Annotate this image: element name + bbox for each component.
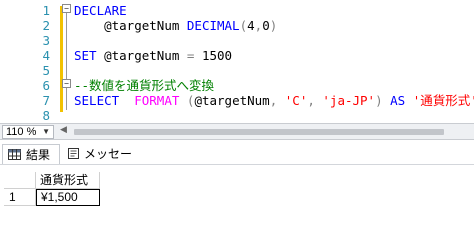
code-token: 'ja-JP' <box>322 93 376 108</box>
tab-messages[interactable]: メッセージ <box>64 144 138 181</box>
code-line[interactable]: 5 <box>0 63 474 78</box>
code-text[interactable]: DECLARE <box>74 3 127 18</box>
code-text[interactable]: --数値を通貨形式へ変換 <box>74 78 214 93</box>
grid-corner[interactable] <box>4 172 36 189</box>
line-number: 6 <box>42 78 50 93</box>
code-text[interactable]: SET @targetNum = 1500 <box>74 48 232 63</box>
code-token: SELECT <box>74 93 120 108</box>
result-cell[interactable]: ¥1,500 <box>36 189 100 206</box>
code-token: DECLARE <box>74 3 127 18</box>
line-number: 5 <box>42 63 50 78</box>
code-text[interactable]: SELECT FORMAT (@targetNum, 'C', 'ja-JP')… <box>74 93 474 108</box>
code-token: @targetNum <box>194 93 270 108</box>
code-token: 4 <box>247 18 255 33</box>
line-number: 7 <box>42 93 50 108</box>
code-token: ( <box>239 18 248 33</box>
results-tab-strip: 結果 メッセージ <box>0 141 474 181</box>
row-number[interactable]: 1 <box>4 189 36 206</box>
query-editor[interactable]: − − 1 DECLARE 2 @targetNum DECIMAL(4,0) 3 4 S… <box>0 0 474 121</box>
code-token: DECIMAL <box>186 18 240 33</box>
code-token: 'C' <box>284 93 308 108</box>
code-token: ) <box>269 18 278 33</box>
line-number: 8 <box>42 108 50 121</box>
chevron-down-icon: ▼ <box>42 127 50 136</box>
code-line[interactable]: 6 --数値を通貨形式へ変換 <box>0 78 474 93</box>
code-line[interactable]: 7 SELECT FORMAT (@targetNum, 'C', 'ja-JP'… <box>0 93 474 108</box>
zoom-level-value: 110 % <box>6 126 37 138</box>
code-text[interactable]: @targetNum DECIMAL(4,0) <box>74 18 277 33</box>
horizontal-scrollbar[interactable]: ◀ <box>60 125 470 136</box>
scroll-thumb[interactable] <box>74 129 444 135</box>
editor-status-bar: 110 % ▼ ◀ <box>0 123 474 140</box>
scroll-left-icon[interactable]: ◀ <box>60 125 67 135</box>
line-number: 4 <box>42 48 50 63</box>
code-token: , <box>307 93 323 108</box>
code-token: 0 <box>262 18 270 33</box>
code-token: @targetNum <box>104 18 180 33</box>
zoom-level-select[interactable]: 110 % ▼ <box>2 125 54 139</box>
results-grid[interactable]: 通貨形式 1 ¥1,500 <box>0 166 474 223</box>
line-number: 3 <box>42 33 50 48</box>
line-number: 2 <box>42 18 50 33</box>
code-token: SET <box>74 48 97 63</box>
code-line[interactable]: 4 SET @targetNum = 1500 <box>0 48 474 63</box>
line-number: 1 <box>42 3 50 18</box>
message-icon <box>68 148 79 159</box>
code-token: '通貨形式' <box>412 93 474 108</box>
tab-results-label: 結果 <box>26 148 51 162</box>
code-token: FORMAT <box>134 93 180 108</box>
grid-icon <box>8 149 21 160</box>
code-token: ) <box>375 93 383 108</box>
code-token: --数値を通貨形式へ変換 <box>74 78 215 93</box>
tab-results[interactable]: 結果 <box>2 144 60 164</box>
code-line[interactable]: 3 <box>0 33 474 48</box>
column-header[interactable]: 通貨形式 <box>36 172 100 189</box>
code-token: AS <box>390 93 406 108</box>
code-line[interactable]: 1 DECLARE <box>0 3 474 18</box>
code-token: @targetNum <box>96 48 187 63</box>
code-token: , <box>269 93 285 108</box>
code-line[interactable]: 8 <box>0 108 474 121</box>
code-line[interactable]: 2 @targetNum DECIMAL(4,0) <box>0 18 474 33</box>
code-token: 1500 <box>194 48 233 63</box>
